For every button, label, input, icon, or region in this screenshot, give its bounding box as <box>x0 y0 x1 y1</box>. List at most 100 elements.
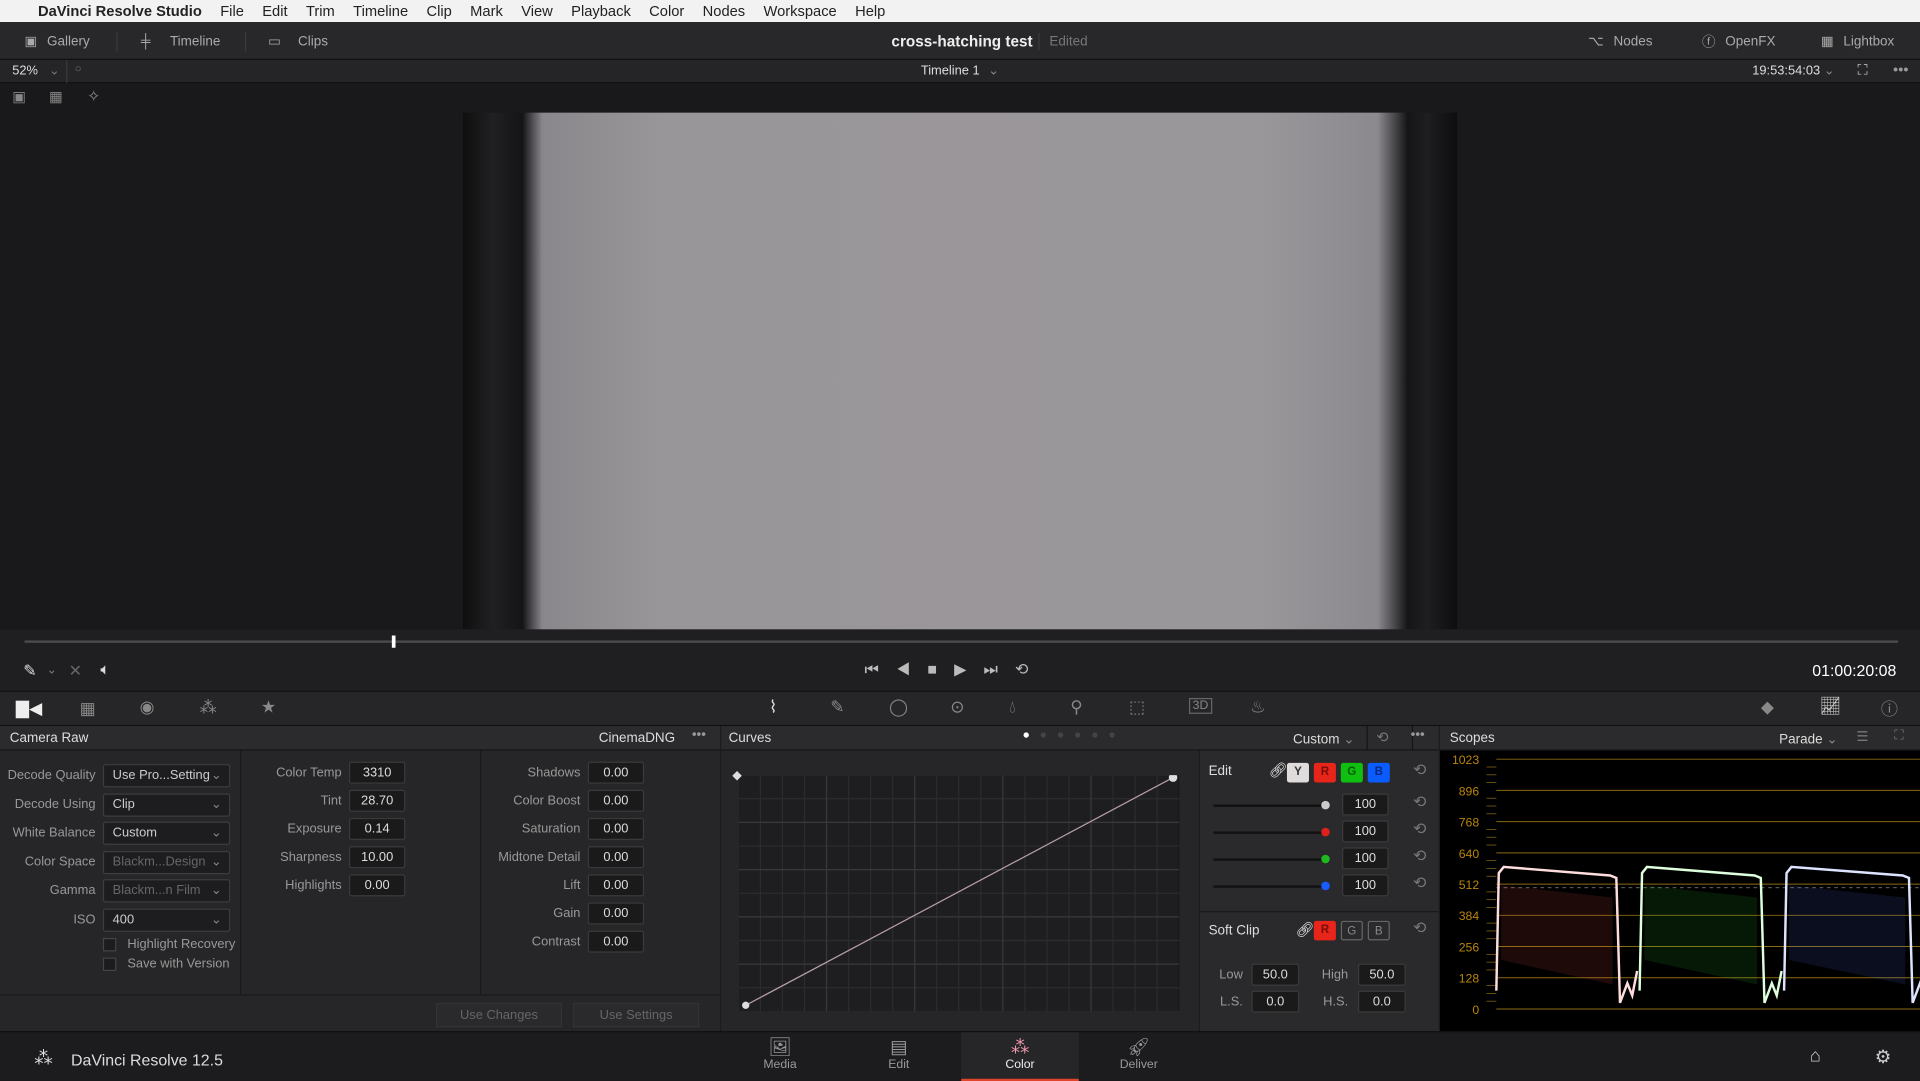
page-edit[interactable]: ▤ Edit <box>840 1032 958 1081</box>
menu-clip[interactable]: Clip <box>427 2 452 19</box>
intensity-field[interactable]: 100 <box>1342 874 1389 897</box>
gallery-button[interactable]: ▣ Gallery <box>24 22 89 60</box>
intensity-slider[interactable] <box>1213 858 1327 861</box>
menu-view[interactable]: View <box>521 2 553 19</box>
reset-icon[interactable]: ⟲ <box>1413 873 1426 893</box>
channel-y-button[interactable]: Y <box>1286 762 1309 783</box>
reset-icon[interactable]: ⟲ <box>1413 918 1426 938</box>
link-icon[interactable]: 🔗︎ <box>1269 762 1288 779</box>
lightbox-button[interactable]: ▦ Lightbox <box>1821 22 1894 60</box>
jump-end-icon[interactable]: ⏭︎ <box>983 660 1014 678</box>
slider-knob[interactable] <box>1321 800 1330 810</box>
channel-g-button[interactable]: G <box>1340 762 1363 783</box>
scope-settings-icon[interactable]: ☰ <box>1856 729 1868 745</box>
play-icon[interactable]: ▶︎ <box>954 660 983 678</box>
link-icon[interactable]: 🔗︎ <box>1296 921 1315 938</box>
intensity-field[interactable]: 100 <box>1342 847 1389 870</box>
slider-knob[interactable] <box>1321 827 1330 837</box>
page-media[interactable]: 🖼︎ Media <box>721 1032 839 1081</box>
reset-all-icon[interactable]: ⟲ <box>1376 729 1388 746</box>
more-options-icon[interactable]: ••• <box>1411 727 1425 742</box>
intensity-field[interactable]: 100 <box>1342 793 1389 816</box>
channel-b-button[interactable]: B <box>1367 762 1390 783</box>
menu-timeline[interactable]: Timeline <box>353 2 408 19</box>
raw-param-field[interactable]: 0.00 <box>587 789 645 812</box>
stop-icon[interactable]: ■ <box>927 660 954 678</box>
zoom-dropdown[interactable]: 52% ⌄ <box>12 64 59 79</box>
intensity-slider[interactable] <box>1213 804 1327 807</box>
raw-param-field[interactable]: 28.70 <box>348 789 406 812</box>
raw-setting-dropdown[interactable]: Custom ⌄ <box>102 821 231 846</box>
use-settings-button[interactable]: Use Settings <box>573 1002 700 1028</box>
eyedropper-icon[interactable]: ✎ <box>23 661 36 681</box>
softclip-b-button[interactable]: B <box>1367 920 1390 941</box>
split-view-icon[interactable]: ▦ <box>49 88 63 105</box>
key-icon[interactable]: ⚲ <box>1070 697 1083 718</box>
fire-icon[interactable]: ♨ <box>1250 697 1265 718</box>
curve-handle-icon[interactable]: ◆ <box>732 769 741 782</box>
raw-param-field[interactable]: 0.00 <box>587 930 645 953</box>
more-options-icon[interactable]: ••• <box>1893 61 1908 78</box>
raw-param-field[interactable]: 0.14 <box>348 817 406 841</box>
loop-icon[interactable]: ⟲ <box>1015 660 1045 678</box>
curve-point-black[interactable] <box>742 1001 750 1009</box>
playhead[interactable] <box>391 635 396 648</box>
raw-param-field[interactable]: 10.00 <box>348 846 406 869</box>
magic-wand-icon[interactable]: ✧ <box>87 87 100 107</box>
ls-field[interactable]: 0.0 <box>1251 990 1300 1013</box>
more-options-icon[interactable]: ••• <box>692 727 706 742</box>
menu-nodes[interactable]: Nodes <box>703 2 745 19</box>
keyframes-icon[interactable]: ◆ <box>1761 697 1774 718</box>
single-view-icon[interactable]: ▣ <box>12 88 26 105</box>
raw-setting-dropdown[interactable]: Blackm...n Film ⌄ <box>102 879 231 903</box>
high-field[interactable]: 50.0 <box>1357 963 1406 986</box>
curves-graph[interactable] <box>738 775 1180 1012</box>
raw-param-field[interactable]: 0.00 <box>587 874 645 897</box>
3d-icon[interactable]: 3D <box>1188 697 1212 714</box>
slider-knob[interactable] <box>1321 881 1330 891</box>
reset-icon[interactable]: ⟲ <box>1413 792 1426 812</box>
fullscreen-icon[interactable]: ⛶ <box>1858 61 1868 79</box>
chevron-down-icon[interactable]: ⌄ <box>47 664 57 677</box>
power-window-icon[interactable]: ◯ <box>889 697 908 718</box>
slider-knob[interactable] <box>1321 854 1330 864</box>
hs-field[interactable]: 0.0 <box>1357 990 1406 1013</box>
page-color[interactable]: ⁂ Color <box>961 1032 1079 1081</box>
timeline-button[interactable]: ╪ Timeline <box>141 22 221 60</box>
curves-icon[interactable]: ⌇ <box>769 697 777 718</box>
home-icon[interactable]: ⌂ <box>1810 1046 1821 1067</box>
highlight-off-icon[interactable]: ✕ <box>69 661 82 681</box>
curves-preset-dropdown[interactable]: Custom ⌄ <box>1293 731 1354 747</box>
menu-workspace[interactable]: Workspace <box>764 2 837 19</box>
raw-setting-dropdown[interactable]: Clip ⌄ <box>102 792 231 817</box>
scope-mode-dropdown[interactable]: Parade ⌄ <box>1779 731 1837 747</box>
clips-button[interactable]: ▭ Clips <box>268 22 328 60</box>
menu-mark[interactable]: Mark <box>470 2 503 19</box>
page-dots[interactable]: ●●●●●● <box>1022 729 1125 742</box>
step-back-icon[interactable]: ◀︎ <box>896 660 927 678</box>
menu-trim[interactable]: Trim <box>306 2 335 19</box>
intensity-slider[interactable] <box>1213 885 1327 888</box>
menu-color[interactable]: Color <box>649 2 684 19</box>
raw-param-field[interactable]: 3310 <box>348 761 406 784</box>
menu-edit[interactable]: Edit <box>262 2 287 19</box>
openfx-button[interactable]: ⓕ OpenFX <box>1702 22 1775 60</box>
camera-raw-icon[interactable]: ▇◀︎ <box>16 698 42 719</box>
menu-file[interactable]: File <box>220 2 244 19</box>
raw-param-field[interactable]: 0.00 <box>587 846 645 869</box>
speaker-icon[interactable]: 🔈︎ <box>100 660 110 680</box>
raw-param-field[interactable]: 0.00 <box>348 874 406 897</box>
tracker-icon[interactable]: ⊙ <box>950 697 964 718</box>
reset-icon[interactable]: ⟲ <box>1413 760 1426 780</box>
nodes-button[interactable]: ⌥ Nodes <box>1588 22 1652 60</box>
intensity-field[interactable]: 100 <box>1342 820 1389 843</box>
menu-help[interactable]: Help <box>855 2 885 19</box>
motion-effects-icon[interactable]: ★ <box>261 697 276 718</box>
checkbox[interactable] <box>102 956 117 971</box>
raw-param-field[interactable]: 0.00 <box>587 761 645 784</box>
qualifier-icon[interactable]: ✎ <box>830 697 844 718</box>
raw-param-field[interactable]: 0.00 <box>587 817 645 841</box>
settings-gear-icon[interactable]: ⚙ <box>1875 1046 1891 1068</box>
checkbox[interactable] <box>102 937 117 952</box>
softclip-r-button[interactable]: R <box>1313 920 1336 941</box>
